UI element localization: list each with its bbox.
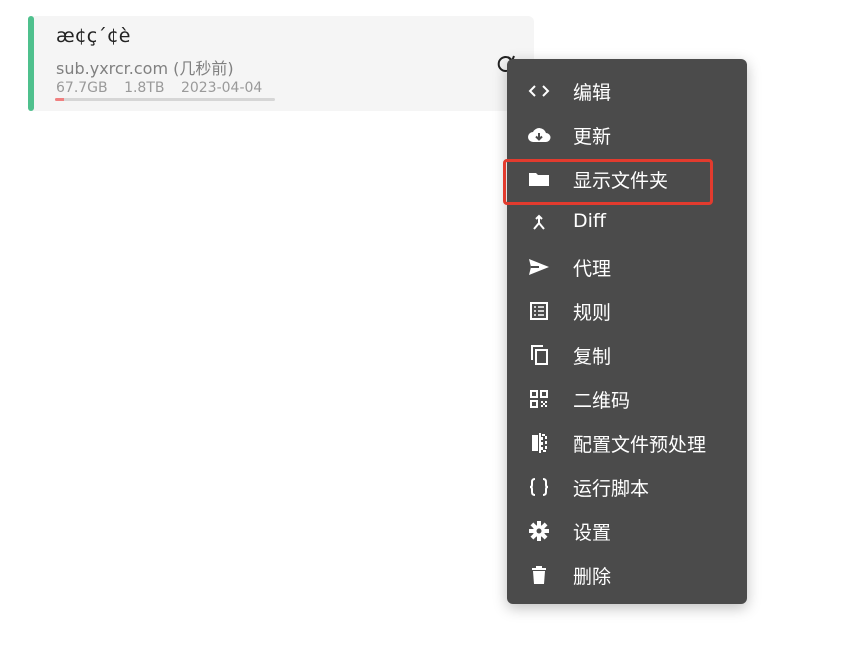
profile-card[interactable]: æ¢ç´¢è sub.yxrcr.com (几秒前) 67.7GB 1.8TB … bbox=[28, 16, 534, 111]
profile-title: æ¢ç´¢è bbox=[56, 25, 131, 47]
copy-icon bbox=[527, 344, 551, 366]
menu-item-label: 运行脚本 bbox=[573, 478, 650, 500]
menu-item-label: 规则 bbox=[573, 302, 612, 324]
menu-item-label: 删除 bbox=[573, 566, 612, 588]
traffic-total: 1.8TB bbox=[124, 80, 165, 96]
code-icon bbox=[527, 80, 551, 102]
traffic-used: 67.7GB bbox=[56, 80, 108, 96]
menu-item-settings[interactable]: 设置 bbox=[507, 509, 747, 553]
gear-icon bbox=[527, 520, 551, 542]
qrcode-icon bbox=[527, 388, 551, 410]
merge-icon bbox=[527, 212, 551, 234]
menu-item-qrcode[interactable]: 二维码 bbox=[507, 377, 747, 421]
menu-item-update[interactable]: 更新 bbox=[507, 113, 747, 157]
menu-item-label: 显示文件夹 bbox=[573, 170, 669, 192]
menu-item-label: 代理 bbox=[573, 258, 612, 280]
menu-item-show-folder[interactable]: 显示文件夹 bbox=[507, 157, 747, 201]
menu-item-proxy[interactable]: 代理 bbox=[507, 245, 747, 289]
folder-icon bbox=[527, 168, 551, 190]
menu-item-preprocess[interactable]: 配置文件预处理 bbox=[507, 421, 747, 465]
list-icon bbox=[527, 300, 551, 322]
menu-item-run-script[interactable]: 运行脚本 bbox=[507, 465, 747, 509]
trash-icon bbox=[527, 564, 551, 586]
expire-date: 2023-04-04 bbox=[180, 80, 263, 96]
menu-item-label: Diff bbox=[573, 210, 606, 232]
braces-icon bbox=[527, 476, 551, 498]
profile-subtitle: sub.yxrcr.com (几秒前) bbox=[56, 59, 234, 78]
menu-item-label: 设置 bbox=[573, 522, 612, 544]
cloud-download-icon bbox=[527, 124, 551, 146]
menu-item-label: 复制 bbox=[573, 346, 612, 368]
menu-item-label: 编辑 bbox=[573, 82, 612, 104]
context-menu: 编辑 更新 显示文件夹 Diff 代理 规则 复制 二维码 配置文件预处理 运行… bbox=[507, 59, 747, 604]
menu-item-edit[interactable]: 编辑 bbox=[507, 69, 747, 113]
usage-bar bbox=[55, 98, 275, 101]
menu-item-label: 二维码 bbox=[573, 390, 631, 412]
active-indicator bbox=[28, 16, 34, 111]
menu-item-label: 配置文件预处理 bbox=[573, 434, 707, 456]
profile-meta: 67.7GB 1.8TB 2023-04-04 bbox=[56, 80, 274, 96]
usage-bar-fill bbox=[55, 98, 64, 101]
menu-item-rules[interactable]: 规则 bbox=[507, 289, 747, 333]
menu-item-label: 更新 bbox=[573, 126, 612, 148]
menu-item-delete[interactable]: 删除 bbox=[507, 553, 747, 597]
send-icon bbox=[527, 256, 551, 278]
menu-item-copy[interactable]: 复制 bbox=[507, 333, 747, 377]
menu-item-diff[interactable]: Diff bbox=[507, 201, 747, 245]
compare-icon bbox=[527, 432, 551, 454]
